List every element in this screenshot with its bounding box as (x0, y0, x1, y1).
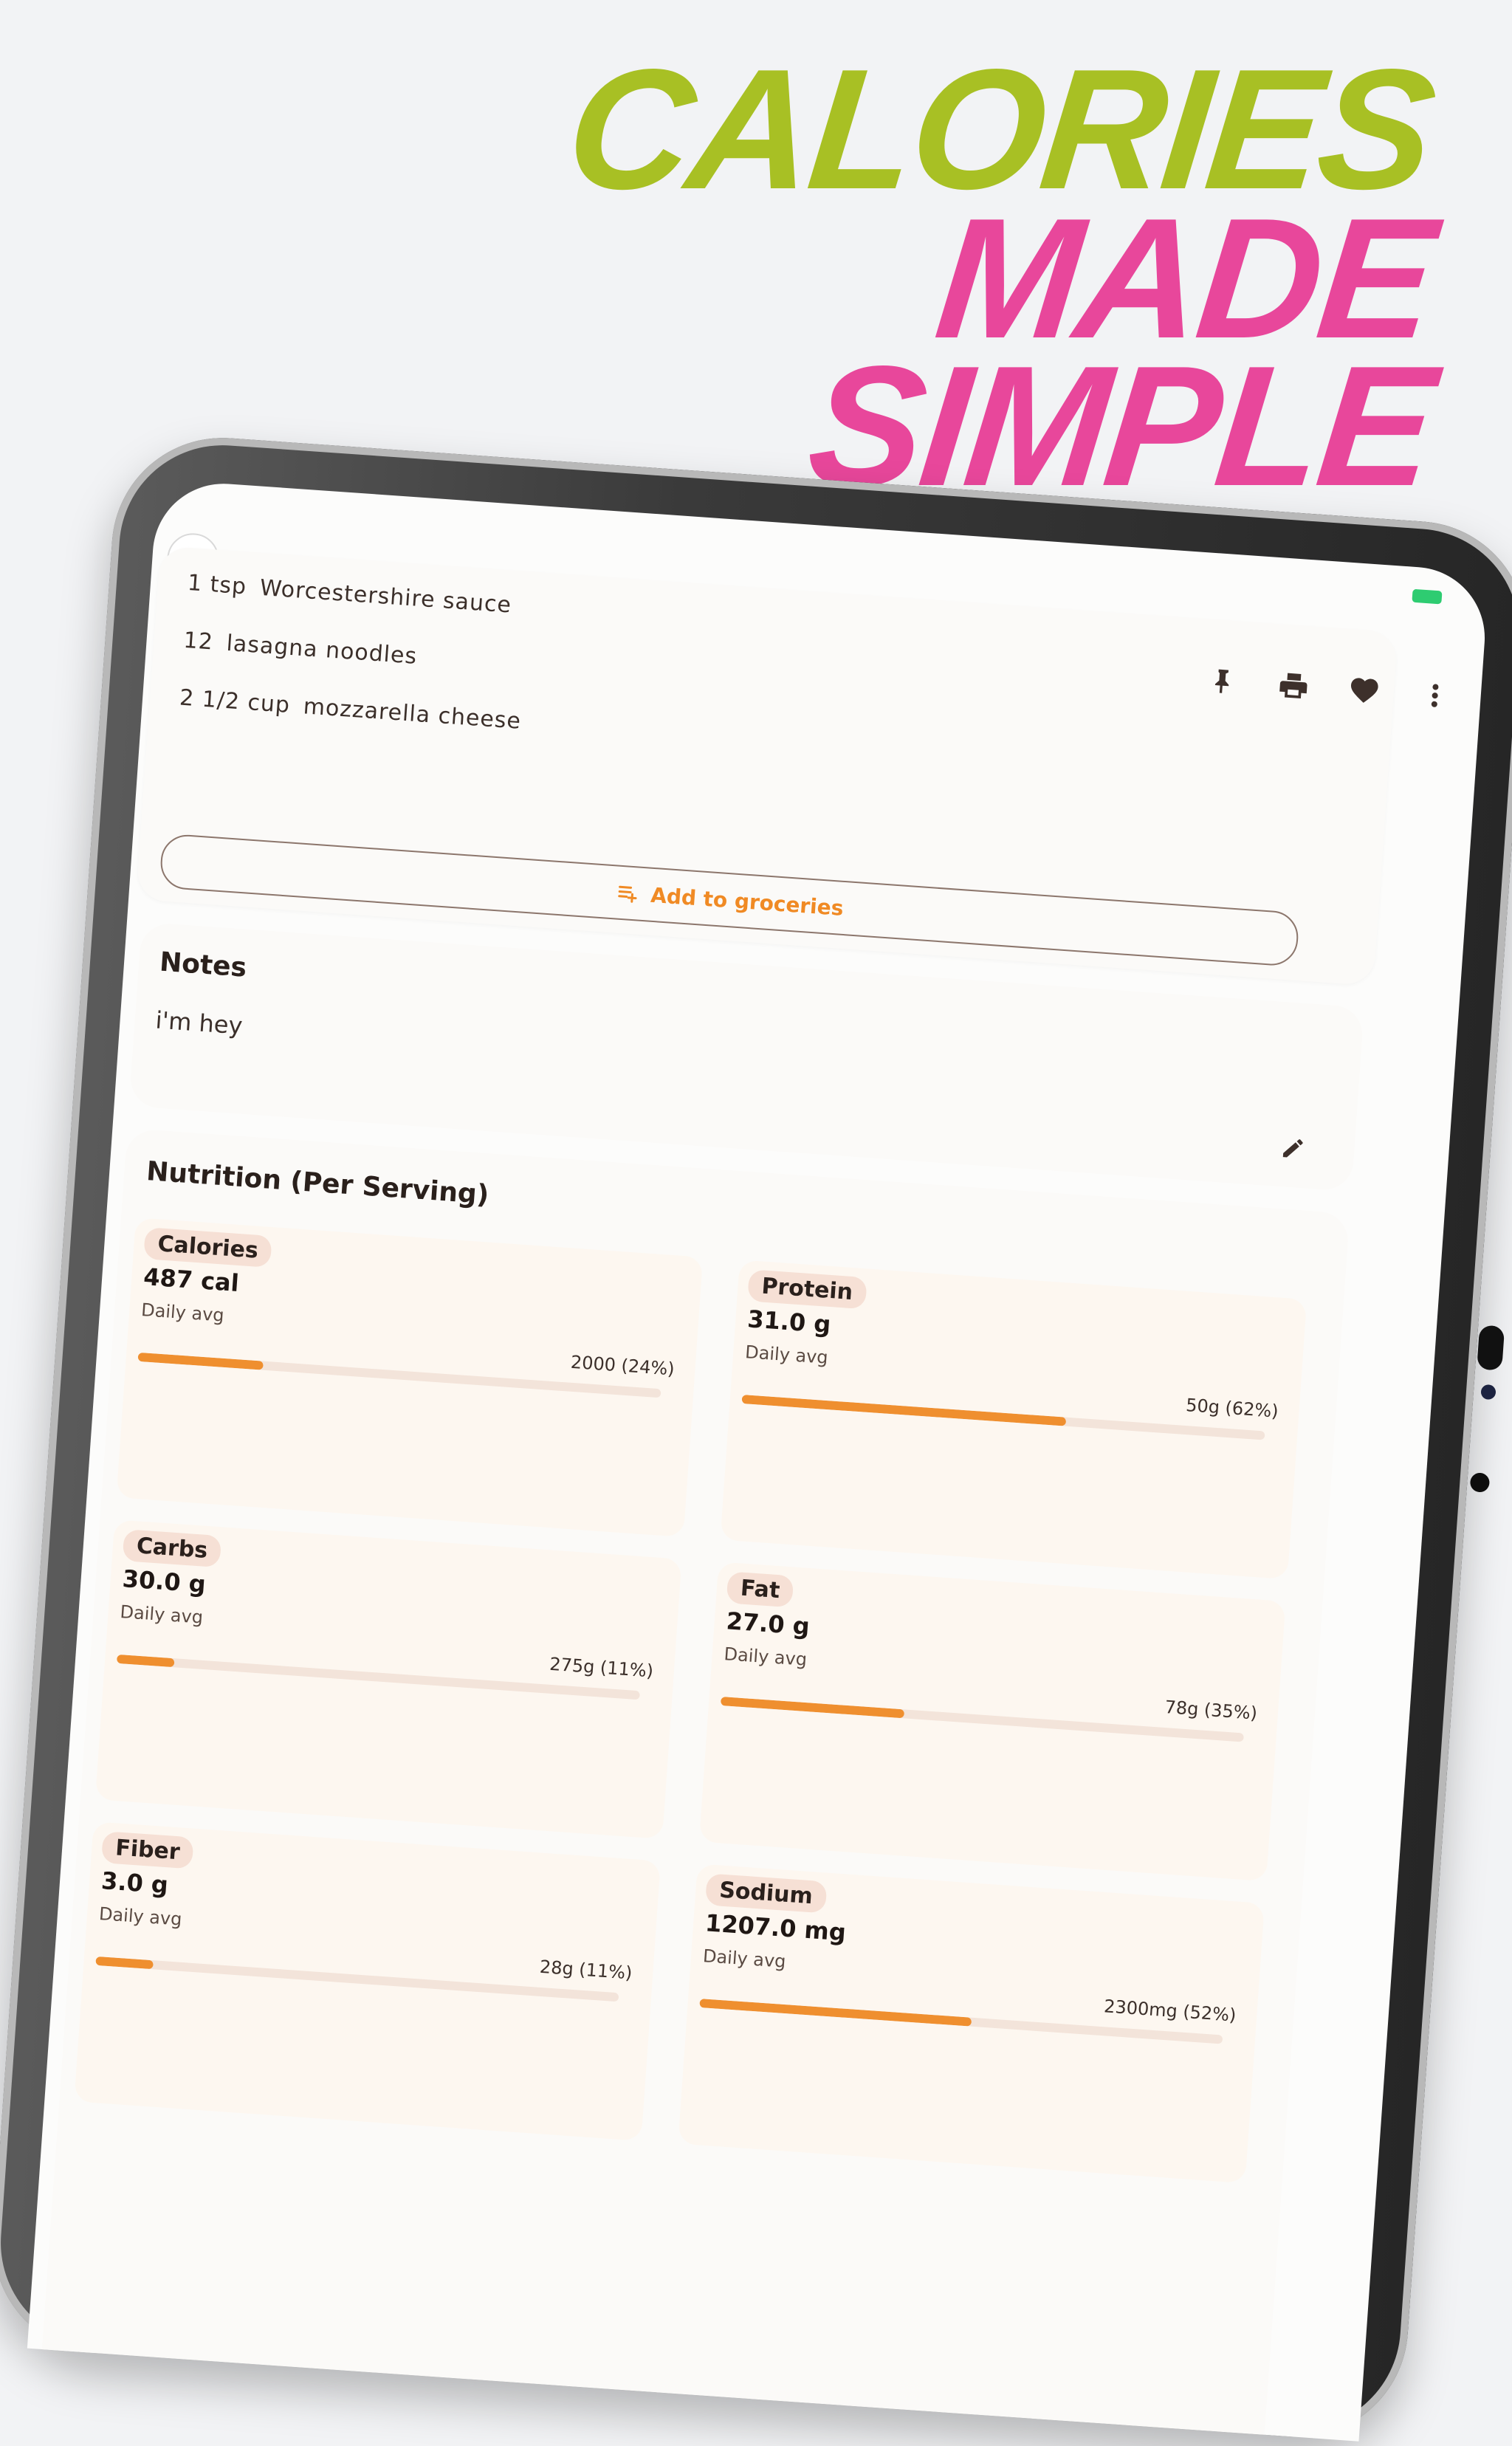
pin-button[interactable] (1206, 664, 1240, 698)
nutrient-name: Calories (143, 1227, 273, 1268)
heart-icon (1351, 678, 1378, 703)
nutrient-value: 1207.0 mg (704, 1909, 848, 1947)
nutrient-value: 30.0 g (121, 1564, 207, 1598)
nutrition-tile-calories: Calories 487 cal Daily avg 2000 (24%) (116, 1217, 704, 1537)
playlist-add-icon (618, 885, 637, 903)
progress-fill (95, 1956, 154, 1970)
nutrient-goal: 2300mg (52%) (1103, 1996, 1237, 2026)
daily-avg-label: Daily avg (723, 1643, 808, 1670)
nutrient-value: 31.0 g (746, 1305, 832, 1339)
nutrient-goal: 28g (11%) (539, 1956, 633, 1984)
nutrition-title: Nutrition (Per Serving) (145, 1156, 490, 1211)
nutrient-name: Protein (747, 1269, 867, 1310)
ingredient-qty: 12 (182, 627, 215, 656)
nutrition-tile-protein: Protein 31.0 g Daily avg 50g (62%) (720, 1260, 1307, 1580)
daily-avg-label: Daily avg (702, 1945, 787, 1972)
progress-fill (699, 1999, 972, 2027)
nutrient-goal: 2000 (24%) (570, 1351, 676, 1380)
daily-avg-label: Daily avg (744, 1341, 829, 1368)
ingredient-list: 1 tsp Worcestershire sauce 12 lasagna no… (176, 570, 530, 766)
more-vert-icon (1431, 684, 1439, 707)
notes-text: i'm hey (154, 1006, 244, 1040)
side-camera-pill (1477, 1325, 1505, 1371)
side-camera-lens (1480, 1384, 1496, 1401)
nutrient-name: Sodium (704, 1873, 828, 1914)
nutrient-name: Fat (726, 1571, 794, 1608)
nutrient-name: Carbs (122, 1529, 222, 1568)
nutrition-tile-sodium: Sodium 1207.0 mg Daily avg 2300mg (52%) (678, 1863, 1265, 2184)
nutrient-goal: 275g (11%) (549, 1653, 654, 1682)
daily-avg-label: Daily avg (119, 1601, 204, 1628)
edit-notes-button[interactable] (1279, 1135, 1307, 1164)
ingredient-qty: 2 1/2 cup (179, 684, 292, 718)
progress-fill (741, 1395, 1067, 1426)
print-button[interactable] (1276, 668, 1311, 703)
favorite-button[interactable] (1347, 673, 1381, 708)
nutrient-value: 3.0 g (100, 1866, 170, 1900)
nutrient-value: 27.0 g (725, 1607, 811, 1641)
nutrition-card: Nutrition (Per Serving) Calories 487 cal… (39, 1128, 1350, 2442)
tablet-frame: Add to groceries 1 tsp Worcestershire sa… (0, 430, 1512, 2445)
progress-fill (720, 1697, 904, 1719)
pencil-icon (1282, 1139, 1303, 1158)
nutrient-value: 487 cal (142, 1262, 240, 1298)
ingredient-qty: 1 tsp (186, 569, 248, 600)
nutrition-tile-carbs: Carbs 30.0 g Daily avg 275g (11%) (94, 1519, 682, 1839)
app-screen: Add to groceries 1 tsp Worcestershire sa… (27, 478, 1490, 2442)
add-to-groceries-label: Add to groceries (650, 882, 845, 921)
nutrition-tile-fiber: Fiber 3.0 g Daily avg 28g (11%) (74, 1821, 661, 2141)
side-sensor (1469, 1472, 1491, 1493)
more-button[interactable] (1418, 679, 1452, 713)
nutrient-name: Fiber (100, 1831, 195, 1869)
nutrient-goal: 78g (35%) (1164, 1697, 1258, 1724)
notes-title: Notes (158, 947, 248, 983)
pin-icon (1214, 669, 1229, 693)
nutrition-tile-fat: Fat 27.0 g Daily avg 78g (35%) (698, 1562, 1286, 1882)
progress-fill (116, 1654, 175, 1668)
nutrient-goal: 50g (62%) (1185, 1395, 1279, 1422)
progress-fill (137, 1352, 264, 1370)
battery-icon (1412, 588, 1443, 605)
print-icon (1279, 673, 1307, 698)
daily-avg-label: Daily avg (140, 1299, 225, 1326)
daily-avg-label: Daily avg (98, 1903, 183, 1930)
